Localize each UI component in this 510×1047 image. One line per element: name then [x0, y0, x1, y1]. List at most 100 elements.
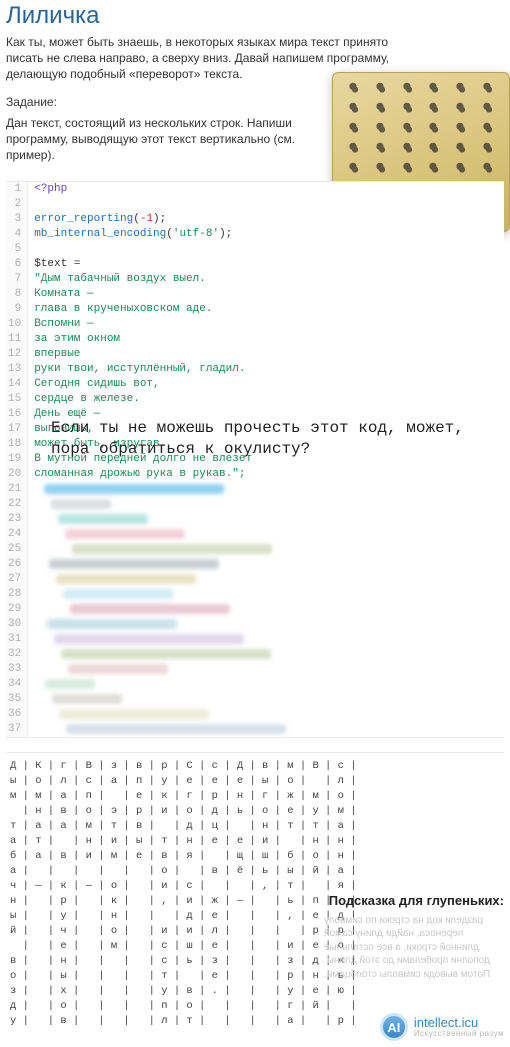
line-number: 15 — [6, 392, 28, 407]
code-line: 14Сегодня сидишь вот, — [6, 377, 504, 392]
line-number: 14 — [6, 377, 28, 392]
code-line-blurred: 33 — [6, 662, 504, 677]
page-title: Лиличка — [6, 2, 504, 30]
code-line: 19В мутной передней долго не влезет — [6, 452, 504, 467]
code-line-blurred: 24 — [6, 527, 504, 542]
line-number: 13 — [6, 362, 28, 377]
blurred-content — [28, 482, 504, 497]
code-line-blurred: 25 — [6, 542, 504, 557]
code-content: <?php — [28, 182, 504, 197]
code-content: сердце в железе. — [28, 392, 504, 407]
line-number: 36 — [6, 707, 28, 722]
line-number: 18 — [6, 437, 28, 452]
code-line: 11за этим окном — [6, 332, 504, 347]
code-content — [28, 242, 504, 257]
code-content: День ещё — — [28, 407, 504, 422]
code-content: выгонишь, — [28, 422, 504, 437]
code-line: 20сломанная дрожью рука в рукав."; — [6, 467, 504, 482]
blurred-content — [28, 557, 504, 572]
line-number: 29 — [6, 602, 28, 617]
footer-logo[interactable]: AI intellect.icu Искусственный разум — [380, 1013, 504, 1041]
line-number: 19 — [6, 452, 28, 467]
logo-badge: AI — [380, 1013, 408, 1041]
code-line-blurred: 28 — [6, 587, 504, 602]
code-content: может быть, изругав. — [28, 437, 504, 452]
line-number: 23 — [6, 512, 28, 527]
code-line: 16День ещё — — [6, 407, 504, 422]
line-number: 32 — [6, 647, 28, 662]
line-number: 1 — [6, 182, 28, 197]
code-line-blurred: 36 — [6, 707, 504, 722]
line-number: 28 — [6, 587, 28, 602]
code-line-blurred: 26 — [6, 557, 504, 572]
code-content: Вспомни — — [28, 317, 504, 332]
line-number: 6 — [6, 257, 28, 272]
code-content: впервые — [28, 347, 504, 362]
code-line: 9глава в крученыховском аде. — [6, 302, 504, 317]
line-number: 24 — [6, 527, 28, 542]
line-number: 4 — [6, 227, 28, 242]
line-number: 9 — [6, 302, 28, 317]
blurred-content — [28, 587, 504, 602]
code-line: 7"Дым табачный воздух выел. — [6, 272, 504, 287]
logo-line2: Искусственный разум — [414, 1030, 504, 1038]
line-number: 31 — [6, 632, 28, 647]
line-number: 10 — [6, 317, 28, 332]
code-line: 12впервые — [6, 347, 504, 362]
hint-block: Подсказка для глупеньких: раздели код на… — [324, 893, 504, 982]
line-number: 7 — [6, 272, 28, 287]
line-number: 33 — [6, 662, 28, 677]
code-line-blurred: 21 — [6, 482, 504, 497]
code-line-blurred: 37 — [6, 722, 504, 737]
blurred-content — [28, 512, 504, 527]
line-number: 35 — [6, 692, 28, 707]
code-line: 15сердце в железе. — [6, 392, 504, 407]
code-line: 2 — [6, 197, 504, 212]
code-content: В мутной передней долго не влезет — [28, 452, 504, 467]
line-number: 26 — [6, 557, 28, 572]
blurred-content — [28, 617, 504, 632]
code-content: за этим окном — [28, 332, 504, 347]
blurred-content — [28, 662, 504, 677]
code-line: 1<?php — [6, 182, 504, 197]
code-line: 10Вспомни — — [6, 317, 504, 332]
line-number: 12 — [6, 347, 28, 362]
code-line: 17выгонишь, — [6, 422, 504, 437]
code-content: error_reporting(-1); — [28, 212, 504, 227]
code-line-blurred: 30 — [6, 617, 504, 632]
blurred-content — [28, 497, 504, 512]
code-content: Комната — — [28, 287, 504, 302]
code-content: "Дым табачный воздух выел. — [28, 272, 504, 287]
blurred-content — [28, 647, 504, 662]
hint-title: Подсказка для глупеньких: — [324, 893, 504, 908]
code-line: 8Комната — — [6, 287, 504, 302]
code-line-blurred: 35 — [6, 692, 504, 707]
blurred-content — [28, 677, 504, 692]
code-line-blurred: 34 — [6, 677, 504, 692]
line-number: 5 — [6, 242, 28, 257]
code-content: Сегодня сидишь вот, — [28, 377, 504, 392]
code-content: руки твои, исступлённый, гладил. — [28, 362, 504, 377]
task-body: Дан текст, состоящий из нескольких строк… — [6, 115, 296, 164]
line-number: 37 — [6, 722, 28, 737]
code-line-blurred: 27 — [6, 572, 504, 587]
code-line: 5 — [6, 242, 504, 257]
code-line: 3error_reporting(-1); — [6, 212, 504, 227]
line-number: 27 — [6, 572, 28, 587]
blurred-content — [28, 722, 504, 737]
code-line-blurred: 32 — [6, 647, 504, 662]
code-line-blurred: 31 — [6, 632, 504, 647]
code-content: $text = — [28, 257, 504, 272]
blurred-content — [28, 707, 504, 722]
page: Лиличка Как ты, может быть знаешь, в нек… — [0, 2, 510, 1047]
line-number: 25 — [6, 542, 28, 557]
blurred-content — [28, 692, 504, 707]
code-line-blurred: 29 — [6, 602, 504, 617]
code-block: 1<?php23error_reporting(-1);4mb_internal… — [6, 181, 504, 738]
blurred-content — [28, 632, 504, 647]
code-content: mb_internal_encoding('utf-8'); — [28, 227, 504, 242]
line-number: 11 — [6, 332, 28, 347]
line-number: 20 — [6, 467, 28, 482]
line-number: 16 — [6, 407, 28, 422]
line-number: 8 — [6, 287, 28, 302]
